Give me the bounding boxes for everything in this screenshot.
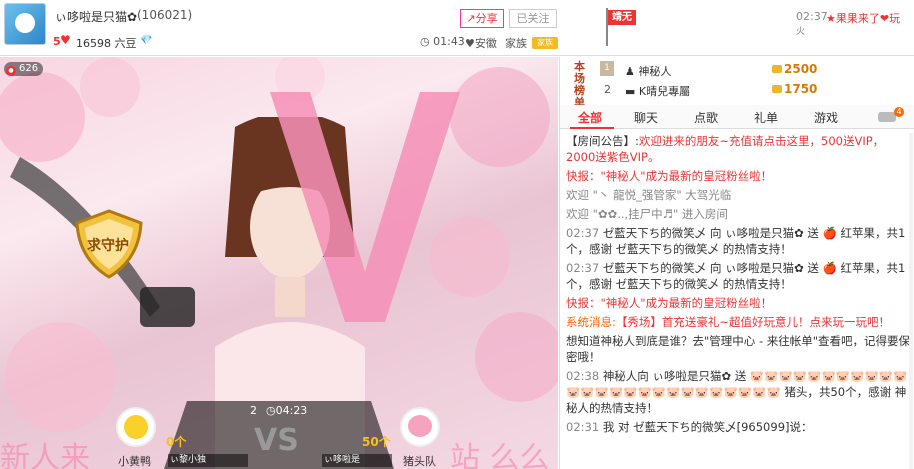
active-tab-indicator [570,127,614,129]
host-name[interactable]: ぃ哆啦是只猫✿ [55,8,137,25]
host-id: (106021) [137,8,193,22]
timer-icon: ◷ [266,404,276,417]
guard-label: 求守护 [87,238,129,254]
chat-sidebar: 本场榜单 1 ♟ 神秘人 2500 2 ▬ K晴兒專屬 1750 全部 聊天 点… [559,57,914,469]
system-text[interactable]: 【秀场】首充送豪礼~超值好玩意儿！点来玩一玩吧！ [616,315,890,329]
chat-time: 02:38 [566,369,600,383]
pk-timer: ◷04:23 [266,404,307,417]
share-label: 分享 [475,12,498,25]
region-value: 安徽 [474,37,497,50]
pk-timer-value: 04:23 [275,404,308,417]
rank-row[interactable]: 1 ♟ 神秘人 2500 [600,61,900,79]
pig-team-name: 猪头队 [403,455,436,468]
pig-icon [408,415,432,437]
fire-icon: ● [6,66,16,76]
coin-icon [772,85,782,93]
live-video[interactable]: ● 626 求守护 新人来 站 么么 2 ◷04:23 VS 0个 50个 小黄鸭… [0,57,558,469]
duck-team-top-user[interactable]: ぃ黎小独 [168,454,248,467]
family-label[interactable]: 家族 [505,35,527,51]
rank-user-name: K晴兒專屬 [638,85,691,98]
tab-all[interactable]: 全部 [578,109,602,126]
ticker-sub: 火 [796,27,806,37]
tab-songs[interactable]: 点歌 [694,109,718,126]
chat-gift-text: ゼ藍天下ち的微笑乄 向 ぃ哆啦是只猫✿ 送 🍎 红苹果，共1个，感谢 ゼ藍天下ち… [566,226,906,256]
share-button[interactable]: ↗分享 [460,9,504,28]
heart-v-decoration [270,92,460,322]
live-clock: ◷ 01:43 [420,35,465,48]
chat-system: 系统消息:【秀场】首充送豪礼~超值好玩意儿！点来玩一玩吧！ [566,314,911,330]
chat-welcome: 欢迎 "丶 龍悦_强管家" 大驾光临 [566,188,732,202]
duck-icon [124,415,148,439]
diamond-icon: 💎 [140,35,153,46]
tab-games[interactable]: 游戏 [814,109,838,126]
chat-announcement: 【房间公告】:欢迎进来的朋友~充值请点击这里，500送VIP，2000送紫色VI… [566,133,911,165]
rank-number: 2 [604,83,611,96]
chat-flash: 快报："神秘人"成为最新的皇冠粉丝啦！ [566,296,773,310]
chat-tabs: 全部 聊天 点歌 礼单 游戏 [560,105,914,129]
ticker-text: ★果果来了❤玩 [826,12,901,25]
clock-icon: ◷ [420,35,434,48]
vip-icon: ▬ [625,85,639,98]
rank-row[interactable]: 2 ▬ K晴兒專屬 1750 [600,81,900,99]
chat-gift-text: ゼ藍天下ち的微笑乄 向 ぃ哆啦是只猫✿ 送 🍎 红苹果，共1个，感谢 ゼ藍天下ち… [566,261,906,291]
chat-time: 02:37 [566,261,600,275]
room-header: ぃ哆啦是只猫✿ (106021) 5 ♥ 16598 六豆 💎 ↗分享 已关注 … [0,0,914,56]
chat-gift: 02:38 神秘人向 ぃ哆啦是只猫✿ 送 🐷🐷🐷🐷🐷🐷🐷🐷🐷🐷🐷🐷🐷🐷🐷🐷🐷🐷🐷… [566,368,911,416]
chat-tip: 想知道神秘人到底是谁？去"管理中心 - 来往帐单"查看吧，记得要保密哦！ [566,334,911,364]
chat-whisper-text: 我 对 ゼ藍天下ち的微笑乄[965099]说： [602,420,813,434]
rank-user: ▬ K晴兒專屬 [625,83,690,99]
duck-team-count: 0个 [166,435,187,449]
host-avatar[interactable] [4,3,46,45]
pig-team-count: 50个 [362,435,391,449]
location-icon: ♥ [465,37,475,50]
chat-welcome: 欢迎 "✿✿..,挂尸中♬" 进入房间 [566,207,728,221]
viewer-count: 626 [19,63,39,74]
fans-count: 16598 六豆 [76,37,137,50]
family-tag: 家族 [532,37,558,49]
pk-round: 2 [250,404,257,417]
chat-gift: 02:37 ゼ藍天下ち的微笑乄 向 ぃ哆啦是只猫✿ 送 🍎 红苹果，共1个，感谢… [566,260,911,292]
chat-whisper: 02:31 我 对 ゼ藍天下ち的微笑乄[965099]说： [566,419,911,435]
chat-gift: 02:37 ゼ藍天下ち的微笑乄 向 ぃ哆啦是只猫✿ 送 🍎 红苹果，共1个，感谢… [566,225,911,257]
share-icon: ↗ [466,12,476,25]
ticker-time: 02:37 [796,10,828,23]
rank-title: 本场榜单 [574,60,585,109]
pk-vs: VS [254,423,299,458]
user-icon: ♟ [625,65,639,78]
system-label: 系统消息: [566,315,616,329]
region-label: ♥安徽 [465,35,497,51]
rank-score: 2500 [772,62,817,76]
banner-text-left: 新人来 [0,441,90,469]
rank-score: 1750 [772,82,817,96]
chat-flash: 快报："神秘人"成为最新的皇冠粉丝啦！ [566,169,773,183]
viewer-badge: ● 626 [4,62,44,76]
announcement-label: 【房间公告】: [566,134,639,148]
rank-score-value: 1750 [784,82,818,96]
chat-log[interactable]: 【房间公告】:欢迎进来的朋友~充值请点击这里，500送VIP，2000送紫色VI… [566,133,911,469]
rank-score-value: 2500 [784,62,818,76]
tab-gifts[interactable]: 礼单 [754,109,778,126]
chat-gift-text: 神秘人向 ぃ哆啦是只猫✿ 送 🐷🐷🐷🐷🐷🐷🐷🐷🐷🐷🐷🐷🐷🐷🐷🐷🐷🐷🐷🐷🐷🐷🐷🐷🐷… [566,369,908,415]
car-badge: 4 [894,107,904,117]
chat-scrollbar[interactable] [909,133,913,469]
banner-text-right: 站 么么 [450,441,550,469]
heart-icon: ♥ [60,33,71,47]
follow-button[interactable]: 已关注 [509,9,557,28]
duck-team-name: 小黄鸭 [118,455,151,468]
flag-badge[interactable]: 靖无 [608,10,636,25]
tab-chat[interactable]: 聊天 [634,109,658,126]
coin-icon [772,65,782,73]
pig-team-top-user[interactable]: ぃ哆啦是 [322,454,392,467]
rank-user: ♟ 神秘人 [625,63,671,79]
rank-medal: 1 [600,61,614,76]
clock-value: 01:43 [433,35,465,48]
rank-user-name: 神秘人 [638,65,672,78]
chat-time: 02:37 [566,226,600,240]
chat-time: 02:31 [566,420,600,434]
